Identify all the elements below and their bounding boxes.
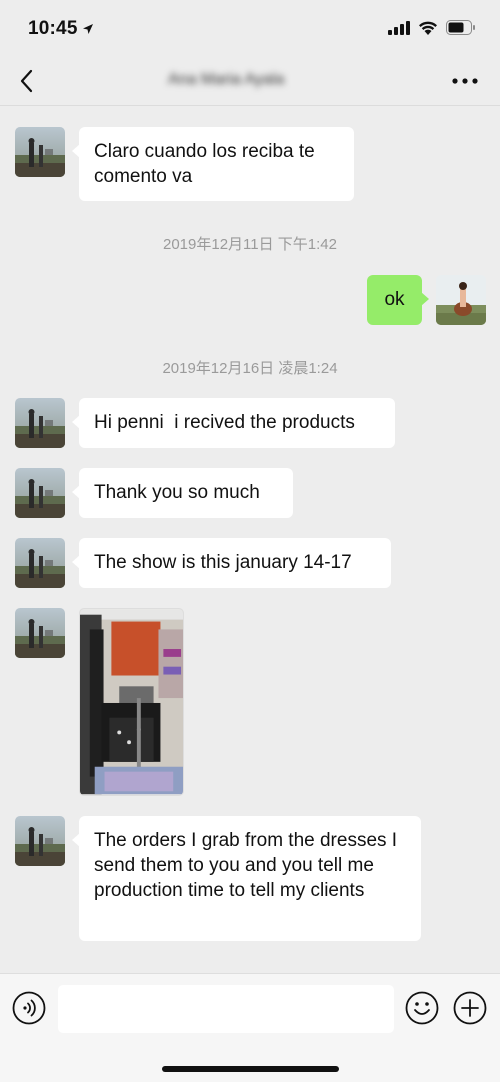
chat-title-text: Ana Maria Ayala	[168, 71, 285, 88]
more-dots-icon[interactable]	[450, 68, 480, 94]
message-text: ok	[384, 289, 405, 310]
chevron-left-icon[interactable]	[14, 66, 44, 96]
message-bubble-received[interactable]: The orders I grab from the dresses I sen…	[72, 816, 421, 941]
message-bubble-received[interactable]: Thank you so much	[72, 468, 293, 518]
message-bubble-received[interactable]: Hi penni i recived the products	[72, 398, 395, 448]
signal-icon	[388, 20, 410, 35]
status-time-text: 10:45	[28, 18, 78, 39]
chat-area[interactable]: Claro cuando los reciba te comento va 20…	[0, 107, 500, 973]
nav-bar: Ana Maria Ayala	[0, 56, 500, 106]
home-indicator[interactable]	[162, 1066, 339, 1072]
message-text: Claro cuando los reciba te comento va	[94, 141, 315, 187]
message-text: Thank you so much	[94, 482, 260, 503]
status-icons	[388, 20, 476, 35]
message-input[interactable]	[58, 985, 394, 1033]
status-time: 10:45	[28, 18, 94, 40]
contact-avatar[interactable]	[15, 127, 65, 177]
my-avatar[interactable]	[436, 275, 486, 325]
message-text: Hi penni i recived the products	[94, 412, 355, 433]
message-bubble-received[interactable]: The show is this january 14-17	[72, 538, 391, 588]
plus-icon[interactable]	[453, 991, 487, 1025]
message-text: The show is this january 14-17	[94, 552, 352, 573]
contact-avatar[interactable]	[15, 468, 65, 518]
voice-icon[interactable]	[12, 991, 46, 1025]
timestamp: 2019年12月11日 下午1:42	[163, 236, 337, 253]
emoji-icon[interactable]	[405, 991, 439, 1025]
battery-icon	[446, 20, 475, 35]
message-text: The orders I grab from the dresses I sen…	[94, 830, 398, 901]
chat-title: Ana Maria Ayala	[168, 69, 338, 91]
location-arrow-icon	[82, 24, 93, 34]
contact-avatar[interactable]	[15, 608, 65, 658]
contact-avatar[interactable]	[15, 538, 65, 588]
contact-avatar[interactable]	[15, 398, 65, 448]
wifi-icon	[419, 21, 437, 35]
contact-avatar[interactable]	[15, 816, 65, 866]
timestamp: 2019年12月16日 凌晨1:24	[162, 360, 338, 377]
status-bar: 10:45	[0, 0, 500, 56]
message-bubble-received[interactable]: Claro cuando los reciba te comento va	[72, 127, 354, 201]
photo-message[interactable]	[79, 608, 184, 796]
message-bubble-sent[interactable]: ok	[367, 275, 429, 325]
